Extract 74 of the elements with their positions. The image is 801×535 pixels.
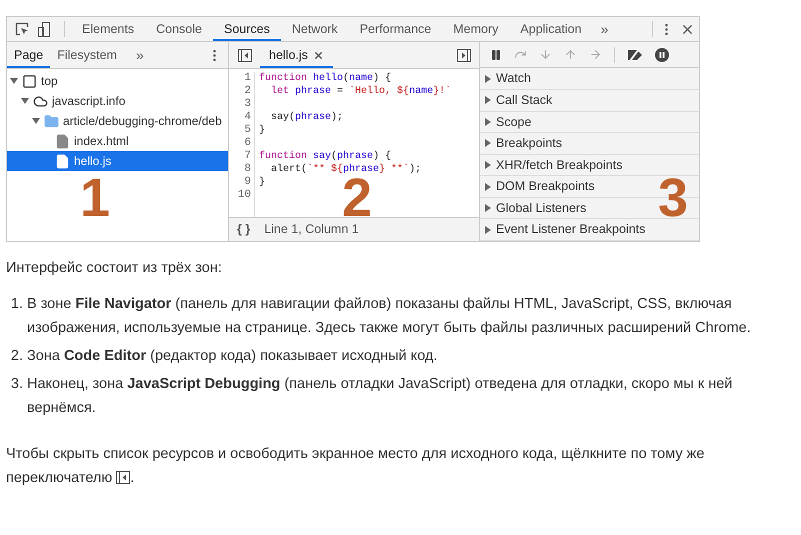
disclosure-icon[interactable] <box>485 204 491 212</box>
paragraph: Чтобы скрыть список ресурсов и освободить экранное место для исходного кода, щёлкните по тому же переключателю . <box>6 445 706 488</box>
tree-item[interactable]: hello.js <box>7 151 228 171</box>
toggle-debugger-icon[interactable] <box>457 48 471 62</box>
file-icon <box>55 134 70 148</box>
device-icon[interactable] <box>38 22 50 36</box>
inspect-icon[interactable] <box>15 22 29 36</box>
more-tabs-button[interactable]: » <box>124 44 156 66</box>
format-button[interactable]: { } <box>237 220 250 239</box>
panel-tab[interactable]: Performance <box>348 17 442 41</box>
section-header[interactable]: XHR/fetch Breakpoints <box>480 154 699 176</box>
toggle-navigator-icon[interactable] <box>116 471 130 484</box>
toggle-navigator-icon[interactable] <box>238 48 252 62</box>
list-item-text: Наконец, зона JavaScript Debugging (панель отладки JavaScript) отведена для отладки, скоро мы к ней вернёмся. <box>27 375 734 418</box>
code-line: say(phrase); <box>270 112 344 123</box>
line-number: 9 <box>243 176 251 189</box>
line-number: 5 <box>243 124 251 137</box>
section-header[interactable]: Call Stack <box>480 90 699 112</box>
file-icon <box>55 154 70 168</box>
disclosure-icon[interactable] <box>21 98 29 104</box>
disclosure-icon[interactable] <box>485 226 491 234</box>
disclosure-icon[interactable] <box>485 118 491 126</box>
section-header[interactable]: Watch <box>480 68 699 90</box>
zone-number: 2 <box>342 173 372 223</box>
line-number: 4 <box>243 111 251 124</box>
code-line: alert(`** ${phrase} **`); <box>270 164 422 175</box>
disclosure-icon[interactable] <box>485 74 491 83</box>
list-number: 3. <box>10 375 24 394</box>
frame-icon <box>22 74 37 88</box>
line-number: 1 <box>243 72 251 85</box>
line-number: 3 <box>243 98 251 111</box>
line-number: 2 <box>243 85 251 98</box>
cursor-position: Line 1, Column 1 <box>264 221 359 238</box>
list-item-text: В зоне File Navigator (панель для навигации файлов) показаны файлы HTML, JavaScript, CSS, включая изображения, используемые на странице. Здесь также могут быть файлы различных расширений Chrome. <box>27 295 752 338</box>
tree-item[interactable]: index.html <box>7 131 228 151</box>
tree-item[interactable]: article/debugging-chrome/deb <box>7 111 228 131</box>
section-header[interactable]: Event Listener Breakpoints <box>480 219 699 241</box>
list-number: 2. <box>10 347 24 366</box>
panel-tab[interactable]: Console <box>145 17 213 41</box>
paragraph: Интерфейс состоит из трёх зон: <box>6 259 223 278</box>
cloud-icon <box>33 94 48 108</box>
line-number: 7 <box>243 150 251 163</box>
panel-tab[interactable]: Network <box>280 17 349 41</box>
disclosure-icon[interactable] <box>10 78 18 84</box>
tree-item[interactable]: top <box>7 71 228 91</box>
pause-icon[interactable] <box>490 48 502 61</box>
line-number: 6 <box>243 137 251 150</box>
line-number: 10 <box>236 189 251 202</box>
disclosure-icon[interactable] <box>485 182 491 191</box>
panel-tab[interactable]: Memory <box>442 17 510 41</box>
code-line: let phrase = `Hello, ${name}!` <box>270 86 452 97</box>
folder-icon <box>44 114 59 128</box>
code-line: } <box>259 177 266 188</box>
zone-number: 1 <box>80 173 110 223</box>
line-number: 8 <box>243 163 251 176</box>
close-icon[interactable] <box>312 50 324 60</box>
code-line: } <box>259 125 266 136</box>
disclosure-icon[interactable] <box>485 96 491 104</box>
panel-tab[interactable]: Application <box>509 17 593 41</box>
section-header[interactable]: Breakpoints <box>480 133 699 155</box>
list-item-text: Зона Code Editor (редактор кода) показывает исходный код. <box>27 347 438 366</box>
section-header[interactable]: Scope <box>480 112 699 134</box>
code-line: function say(phrase) { <box>259 151 392 162</box>
pause-on-exceptions-icon[interactable] <box>655 48 669 62</box>
tree-item[interactable]: javascript.info <box>7 91 228 111</box>
disclosure-icon[interactable] <box>485 161 491 169</box>
navigator-tab[interactable]: Filesystem <box>50 42 124 68</box>
disclosure-icon[interactable] <box>485 139 491 148</box>
list-number: 1. <box>10 295 24 314</box>
panel-tab[interactable]: Sources <box>212 17 281 41</box>
more-tabs-button[interactable]: » <box>592 18 616 40</box>
deactivate-breakpoints-icon[interactable] <box>627 48 643 61</box>
panel-tab[interactable]: Elements <box>71 17 146 41</box>
code-line: function hello(name) { <box>259 73 392 84</box>
